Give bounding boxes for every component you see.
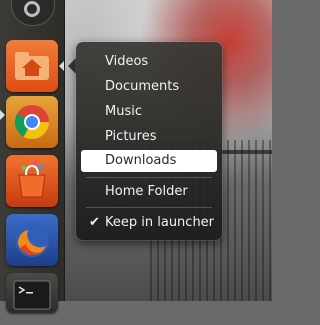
unity-launcher bbox=[0, 0, 65, 313]
running-indicator bbox=[0, 110, 5, 120]
checkmark-icon: ✔ bbox=[89, 215, 100, 230]
launcher-item-home-folder[interactable] bbox=[6, 40, 58, 92]
launcher-item-firefox[interactable] bbox=[6, 214, 58, 266]
quicklist-item-home-folder[interactable]: Home Folder bbox=[81, 181, 217, 203]
launcher-item-terminal[interactable] bbox=[6, 273, 58, 313]
quicklist-item-label: Keep in launcher bbox=[105, 215, 215, 230]
quicklist-separator bbox=[86, 177, 212, 178]
quicklist-item-keep-in-launcher[interactable]: ✔ Keep in launcher bbox=[81, 212, 217, 234]
dash-button[interactable] bbox=[11, 0, 55, 26]
quicklist-item-videos[interactable]: Videos bbox=[81, 51, 217, 73]
firefox-icon bbox=[15, 223, 49, 257]
quicklist-item-downloads[interactable]: Downloads bbox=[81, 150, 217, 172]
quicklist-pointer bbox=[68, 58, 76, 74]
home-folder-quicklist: Videos Documents Music Pictures Download… bbox=[76, 42, 222, 240]
dash-gear-icon bbox=[24, 1, 40, 17]
quicklist-item-music[interactable]: Music bbox=[81, 101, 217, 123]
chrome-icon bbox=[15, 105, 49, 139]
home-folder-icon bbox=[15, 52, 49, 80]
quicklist-separator bbox=[86, 207, 212, 208]
launcher-item-software-center[interactable] bbox=[6, 155, 58, 207]
launcher-item-chrome[interactable] bbox=[6, 96, 58, 148]
quicklist-item-documents[interactable]: Documents bbox=[81, 76, 217, 98]
terminal-icon bbox=[13, 280, 51, 310]
quicklist-item-pictures[interactable]: Pictures bbox=[81, 126, 217, 148]
software-center-icon bbox=[18, 161, 46, 198]
active-indicator bbox=[59, 61, 64, 71]
